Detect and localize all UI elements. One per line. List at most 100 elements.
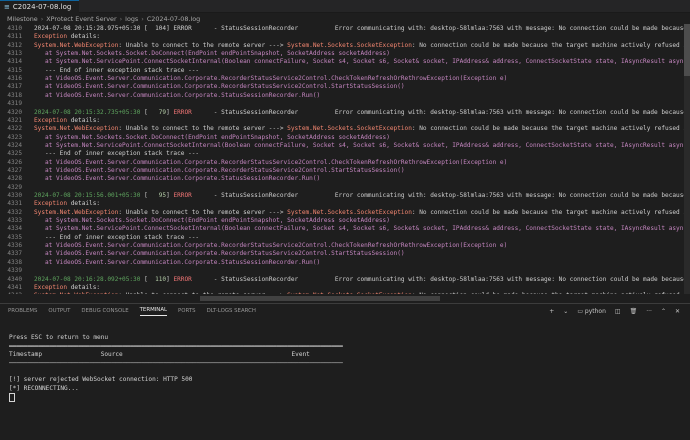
token: System.Net.Sockets.SocketException <box>287 125 412 133</box>
token: System.Net.WebException <box>34 125 119 133</box>
token: System.Net.Sockets.SocketException <box>287 208 412 216</box>
token: --- End of inner exception stack trace -… <box>34 233 200 241</box>
token: --- End of inner exception stack trace -… <box>34 66 200 74</box>
token: System.Net.WebException <box>34 292 118 294</box>
token: details: <box>67 200 101 208</box>
token: : Unable to connect to the remote server… <box>118 41 288 49</box>
token: 2024-07-08 20:15:28.975+05:30 [ 104] ERR… <box>34 25 690 32</box>
panel-actions: + ⌄ ▭ python ◫ 🗑 ··· ⌃ ✕ <box>549 305 680 317</box>
terminal-shell-selector[interactable]: ▭ python <box>577 308 606 315</box>
breadcrumb-item[interactable]: Milestone <box>7 15 38 23</box>
editor-scrollbar-thumb[interactable] <box>684 24 690 76</box>
line-number: 4342 <box>0 291 22 294</box>
token: [ <box>140 108 159 116</box>
breadcrumb-separator-icon: › <box>119 14 123 23</box>
token: at VideoOS.Event.Server.Communication.Co… <box>34 258 321 266</box>
editor-tab-label: C2024-07-08.log <box>12 3 72 11</box>
token: 2024-07-08 20:15:56.001+05:30 <box>34 192 141 199</box>
token: --- End of inner exception stack trace -… <box>34 150 200 158</box>
line-text: System.Net.WebException: Unable to conne… <box>34 291 690 294</box>
code-line[interactable]: 4342 System.Net.WebException: Unable to c… <box>0 291 690 294</box>
token: at System.Net.ServicePoint.ConnectSocket… <box>34 225 690 233</box>
terminal-line: [!] server rejected WebSocket connection… <box>9 376 193 384</box>
split-terminal-icon[interactable]: ◫ <box>615 308 621 315</box>
trash-icon[interactable]: 🗑 <box>630 308 638 315</box>
chevron-down-icon[interactable]: ⌄ <box>563 308 568 315</box>
token: 2024-07-08 20:15:32.735+05:30 <box>34 108 141 116</box>
token: Exception <box>34 283 68 291</box>
token: - StatusSessionRecorder Error communicat… <box>191 275 690 283</box>
breadcrumb-item[interactable]: C2024-07-08.log <box>147 15 200 23</box>
maximize-panel-icon[interactable]: ⌃ <box>661 308 666 315</box>
token: at VideoOS.Event.Server.Communication.Co… <box>34 250 405 258</box>
breadcrumb-separator-icon: › <box>141 14 144 23</box>
breadcrumb: Milestone › XProtect Event Server › logs › C20… <box>0 13 690 24</box>
token: 2024-07-08 20:16:28.092+05:30 <box>34 275 141 283</box>
token: at System.Net.Sockets.Socket.DoConnect(E… <box>34 133 390 141</box>
panel-tab-output[interactable]: OUTPUT <box>48 308 70 314</box>
terminal-line: Press ESC to return to menu <box>9 334 109 342</box>
token: Exception <box>34 200 68 208</box>
token: : No connection could be made because th… <box>412 292 690 294</box>
breadcrumb-separator-icon: › <box>40 14 44 23</box>
terminal-cursor <box>9 393 15 403</box>
bottom-panel: PROBLEMS OUTPUT DEBUG CONSOLE TERMINAL PORTS… <box>0 303 690 440</box>
token: [ <box>140 192 159 199</box>
panel-tab-ports[interactable]: PORTS <box>178 308 196 314</box>
panel-tab-terminal[interactable]: TERMINAL <box>139 307 168 316</box>
token: details: <box>67 283 101 291</box>
token: : No connection could be made because th… <box>411 41 690 49</box>
token: ERROR <box>173 108 192 116</box>
more-icon[interactable]: ··· <box>646 308 652 315</box>
terminal-shell-name: python <box>584 307 606 315</box>
token: - StatusSessionRecorder Error communicat… <box>191 192 690 199</box>
token: : No connection could be made because th… <box>411 208 690 216</box>
editor-horizontal-scrollbar[interactable] <box>200 296 440 301</box>
add-terminal-icon[interactable]: + <box>549 308 554 315</box>
breadcrumb-item[interactable]: XProtect Event Server <box>46 15 116 23</box>
token: 110 <box>155 275 167 283</box>
terminal-line: Timestamp Source Event <box>9 351 310 359</box>
editor-tab-bar: ≡ C2024-07-08.log <box>0 0 690 13</box>
token: at System.Net.Sockets.Socket.DoConnect(E… <box>34 217 390 225</box>
terminal-line: ════════════════════════════════════════… <box>9 342 343 350</box>
log-editor[interactable]: 4310 2024-07-08 20:15:28.975+05:30 [ 104]… <box>0 24 690 294</box>
token: ERROR <box>173 192 192 199</box>
token: System.Net.WebException <box>34 41 119 49</box>
terminal-line: ────────────────────────────────────────… <box>9 359 343 367</box>
token: at VideoOS.Event.Server.Communication.Co… <box>34 75 508 83</box>
close-panel-icon[interactable]: ✕ <box>675 308 680 315</box>
panel-tab-problems[interactable]: PROBLEMS <box>8 308 37 314</box>
terminal-output[interactable]: Press ESC to return to menu ═════════════… <box>9 326 679 403</box>
token: System.Net.Sockets.SocketException <box>287 292 412 294</box>
token: ERROR <box>173 275 192 283</box>
token: System.Net.Sockets.SocketException <box>287 41 412 49</box>
panel-tab-debug-console[interactable]: DEBUG CONSOLE <box>81 308 128 314</box>
token: Exception <box>34 33 68 41</box>
token: at System.Net.Sockets.Socket.DoConnect(E… <box>34 50 390 58</box>
token: 79 <box>158 108 167 116</box>
token: at VideoOS.Event.Server.Communication.Co… <box>34 83 405 91</box>
token: : Unable to connect to the remote server… <box>118 208 288 216</box>
token: at System.Net.ServicePoint.ConnectSocket… <box>34 141 690 149</box>
token: at System.Net.ServicePoint.ConnectSocket… <box>34 58 690 66</box>
token: Exception <box>34 116 68 124</box>
panel-tab-dlt-logs-search[interactable]: DLT-LOGS SEARCH <box>207 308 256 314</box>
token: at VideoOS.Event.Server.Communication.Co… <box>34 91 321 99</box>
terminal-cursor-line[interactable] <box>9 393 679 403</box>
token: at VideoOS.Event.Server.Communication.Co… <box>34 175 321 183</box>
token: [ <box>140 275 156 283</box>
token: : No connection could be made because th… <box>411 125 690 133</box>
token: details: <box>67 33 101 41</box>
log-file-icon: ≡ <box>4 3 10 11</box>
editor-tab-log-file[interactable]: ≡ C2024-07-08.log <box>0 0 80 13</box>
token: at VideoOS.Event.Server.Communication.Co… <box>34 166 405 174</box>
token: : Unable to connect to the remote server… <box>118 125 288 133</box>
token: at VideoOS.Event.Server.Communication.Co… <box>34 158 508 166</box>
token: at VideoOS.Event.Server.Communication.Co… <box>34 242 508 250</box>
token: System.Net.WebException <box>34 208 119 216</box>
token: : Unable to connect to the remote server… <box>118 292 287 294</box>
breadcrumb-item[interactable]: logs <box>125 15 138 23</box>
token: details: <box>67 116 101 124</box>
